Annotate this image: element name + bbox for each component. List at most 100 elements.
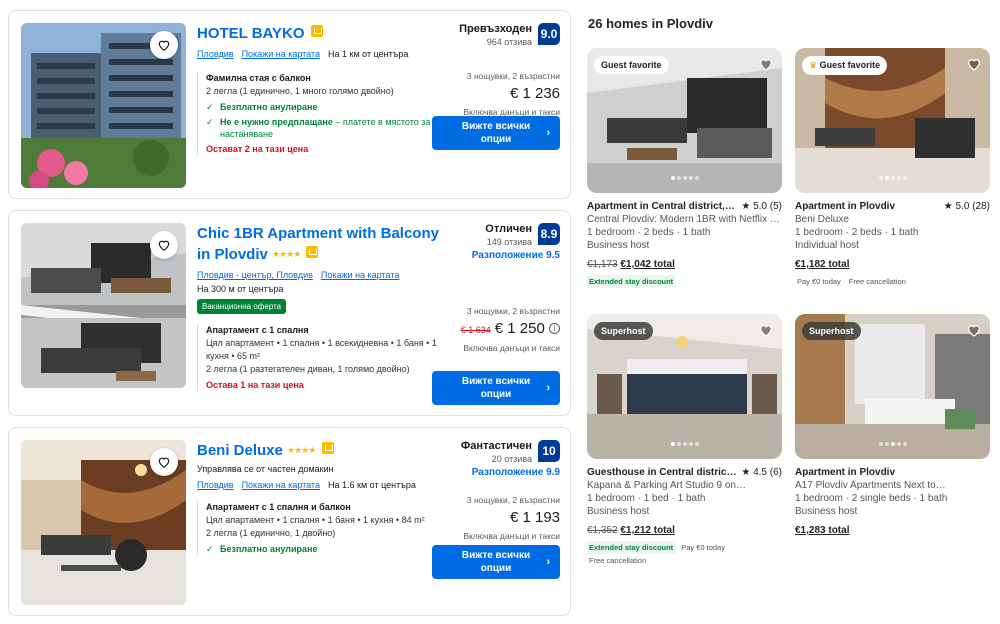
- home-photo[interactable]: Superhost: [587, 314, 782, 459]
- listing-photo[interactable]: [21, 440, 186, 605]
- chip: Pay €0 today: [681, 543, 725, 552]
- room-title: Апартамент с 1 спалня и балкон: [206, 502, 351, 512]
- review-count: 20 отзива: [491, 454, 532, 464]
- home-rooms: 1 bedroom · 2 single beds · 1 bath: [795, 493, 948, 504]
- location-line: Пловдив Покажи на картата На 1 км от центъ…: [197, 48, 437, 60]
- stay-details: 3 нощувки, 2 възрастни: [466, 71, 560, 81]
- home-card[interactable]: Superhost Apartment in Plovdiv A17 Plovd…: [795, 314, 990, 537]
- home-price[interactable]: €1,173 €1,042 total: [587, 258, 782, 271]
- bed-description: 2 легла (1 единично, 1 двойно): [206, 528, 336, 538]
- hotel-name[interactable]: Chic 1BR Apartment with Balcony in Plovd…: [197, 225, 439, 263]
- guest-favorite-badge: ♛ Guest favorite: [802, 56, 888, 75]
- location-link[interactable]: Пловдив - център, Пловдив: [197, 270, 313, 280]
- heart-icon[interactable]: [966, 56, 982, 72]
- review-count: 964 отзива: [486, 37, 532, 47]
- chip: Free cancellation: [589, 556, 647, 565]
- results-heading: 26 homes in Plovdiv: [588, 16, 713, 31]
- location-line: Пловдив - център, Пловдив Покажи на карта…: [197, 269, 447, 281]
- preferred-partner-icon: [310, 25, 323, 37]
- listing-info: Chic 1BR Apartment with Balcony in Plovd…: [197, 223, 447, 391]
- original-price: €1,352: [587, 525, 618, 536]
- room-description: Цял апартамент • 1 спалня • 1 всекидневн…: [206, 338, 437, 361]
- see-all-options-button[interactable]: Вижте всички опции ›: [432, 545, 560, 579]
- listing-info: HOTEL BAYKO Пловдив Покажи на картата На 1…: [197, 23, 437, 155]
- see-all-options-button[interactable]: Вижте всички опции ›: [432, 116, 560, 150]
- photo-dots[interactable]: [795, 433, 990, 451]
- stay-details: 3 нощувки, 2 възрастни: [466, 306, 560, 316]
- show-on-map-link[interactable]: Покажи на картата: [242, 49, 320, 59]
- photo-dots[interactable]: [795, 167, 990, 185]
- host-type: Individual host: [795, 240, 859, 251]
- chips: Pay €0 today Free cancellation: [795, 275, 990, 288]
- home-price[interactable]: €1,283 total: [795, 524, 990, 537]
- superhost-badge: Superhost: [802, 322, 861, 340]
- taxes-note: Включва данъци и такси: [463, 343, 560, 353]
- hotel-name-link[interactable]: HOTEL BAYKO: [197, 23, 437, 44]
- chip: Free cancellation: [848, 277, 906, 286]
- price-column: Фантастичен 20 отзива 10 Разположение 9.…: [430, 440, 560, 542]
- chip: Pay €0 today: [797, 277, 841, 286]
- review-summary[interactable]: Фантастичен 20 отзива 10: [430, 440, 560, 465]
- star-rating: ★★★★: [272, 249, 301, 259]
- review-summary[interactable]: Превъзходен 964 отзива 9.0: [430, 23, 560, 48]
- info-icon[interactable]: i: [549, 323, 560, 334]
- heart-icon[interactable]: [758, 322, 774, 338]
- home-photo[interactable]: ♛ Guest favorite: [795, 48, 990, 193]
- listing-photo[interactable]: [21, 223, 186, 388]
- heart-icon[interactable]: [966, 322, 982, 338]
- photo-dots[interactable]: [587, 433, 782, 451]
- listing-photo[interactable]: [21, 23, 186, 188]
- save-heart-button[interactable]: [150, 31, 178, 59]
- location-link[interactable]: Пловдив: [197, 49, 234, 59]
- home-price[interactable]: €1,182 total: [795, 258, 990, 271]
- home-rooms: 1 bedroom · 2 beds · 1 bath: [587, 227, 711, 238]
- free-cancellation: ✓ Безплатно анулиране: [206, 544, 318, 554]
- check-icon: ✓: [206, 544, 214, 554]
- laurel-icon: ♛: [809, 60, 818, 70]
- location-score: Разположение 9.5: [471, 250, 560, 261]
- heart-icon: [158, 457, 170, 468]
- original-price: €1,173: [587, 259, 618, 270]
- hotel-name-link[interactable]: Beni Deluxe ★★★★: [197, 440, 447, 461]
- photo-dots[interactable]: [587, 167, 782, 185]
- distance-text: На 1 км от центъра: [328, 49, 409, 59]
- home-title: Apartment in Plovdiv: [795, 467, 896, 478]
- location-link[interactable]: Пловдив: [197, 480, 234, 490]
- home-price[interactable]: €1,352 €1,212 total: [587, 524, 782, 537]
- review-count: 149 отзива: [486, 237, 532, 247]
- home-card[interactable]: Superhost Guesthouse in Central district…: [587, 314, 782, 567]
- free-cancellation: ✓ Безплатно анулиране: [206, 102, 318, 112]
- scarcity-warning: Остава 1 на тази цена: [206, 380, 304, 390]
- bed-description: 2 легла (1 разтегателен диван, 1 голямо …: [206, 364, 410, 374]
- preferred-partner-icon: [306, 246, 319, 258]
- home-name: Central Plovdiv: Modern 1BR with Netflix…: [587, 214, 782, 225]
- host-type: Business host: [587, 506, 650, 517]
- review-summary[interactable]: Отличен 149 отзива 8.9: [430, 223, 560, 248]
- rating-word: Отличен: [485, 223, 532, 235]
- home-photo[interactable]: Superhost: [795, 314, 990, 459]
- hotel-name[interactable]: Beni Deluxe: [197, 442, 283, 459]
- hotel-name[interactable]: HOTEL BAYKO: [197, 25, 305, 42]
- cta-label: Вижте всички опции: [461, 550, 531, 574]
- superhost-badge: Superhost: [594, 322, 653, 340]
- stay-details: 3 нощувки, 2 възрастни: [466, 495, 560, 505]
- location-line: Пловдив Покажи на картата На 1.6 км от цен…: [197, 479, 447, 491]
- room-block: Апартамент с 1 спалня Цял апартамент • 1…: [197, 324, 447, 391]
- home-card[interactable]: ♛ Guest favorite Apartment in Plovdiv ★ 5…: [795, 48, 990, 288]
- save-heart-button[interactable]: [150, 231, 178, 259]
- heart-icon: [158, 240, 170, 251]
- scarcity-warning: Остават 2 на тази цена: [206, 144, 309, 154]
- price: € 1 193: [509, 509, 560, 526]
- heart-icon[interactable]: [758, 56, 774, 72]
- home-photo[interactable]: Guest favorite: [587, 48, 782, 193]
- hotel-name-link[interactable]: Chic 1BR Apartment with Balcony in Plovd…: [197, 223, 447, 265]
- save-heart-button[interactable]: [150, 448, 178, 476]
- chevron-right-icon: ›: [546, 382, 550, 394]
- review-score: 10: [538, 440, 560, 462]
- star-rating: ★★★★: [287, 445, 316, 455]
- home-card[interactable]: Guest favorite Apartment in Central dist…: [587, 48, 782, 288]
- show-on-map-link[interactable]: Покажи на картата: [321, 270, 399, 280]
- see-all-options-button[interactable]: Вижте всички опции ›: [432, 371, 560, 405]
- show-on-map-link[interactable]: Покажи на картата: [242, 480, 320, 490]
- home-rating: ★ 5.0 (28): [943, 201, 990, 212]
